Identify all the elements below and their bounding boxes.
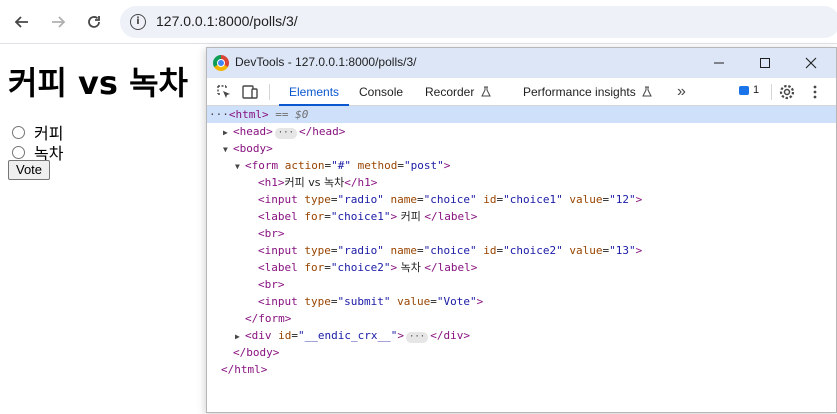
expand-caret-icon[interactable]: ▶ — [223, 124, 233, 141]
ellipsis-icon[interactable]: ··· — [405, 332, 429, 343]
url-text[interactable]: 127.0.0.1:8000/polls/3/ — [156, 13, 298, 29]
tree-row-label-choice2[interactable]: <label for="choice2"> 녹차 </label> — [258, 259, 477, 276]
flask-icon — [642, 86, 652, 97]
devtools-window-title: DevTools - 127.0.0.1:8000/polls/3/ — [235, 55, 417, 69]
tree-row-form[interactable]: ▼ <form action="#" method="post"> — [235, 157, 450, 174]
tree-row-br[interactable]: <br> — [258, 276, 285, 293]
tree-row-html[interactable]: ···<html> == $0 — [207, 106, 836, 123]
tab-performance-insights[interactable]: Performance insights — [523, 78, 652, 106]
maximize-icon[interactable] — [742, 48, 788, 78]
issues-count: 1 — [753, 84, 760, 96]
message-icon — [739, 85, 749, 95]
forward-arrow-icon[interactable] — [44, 8, 72, 36]
choice1-radio[interactable] — [12, 125, 25, 139]
choice2-radio[interactable] — [12, 145, 25, 159]
tab-recorder[interactable]: Recorder — [425, 78, 491, 106]
toolbar-separator — [771, 84, 772, 100]
ellipsis-icon[interactable]: ··· — [274, 128, 298, 139]
tree-row-body[interactable]: ▼ <body> — [223, 140, 273, 157]
devtools-titlebar: DevTools - 127.0.0.1:8000/polls/3/ — [207, 48, 836, 78]
tree-row-br[interactable]: <br> — [258, 225, 285, 242]
tree-row-div[interactable]: ▶ <div id="__endic_crx__"> ··· </div> — [235, 327, 470, 344]
issues-badge[interactable]: 1 — [739, 84, 759, 96]
device-toolbar-icon[interactable] — [241, 83, 259, 101]
tab-performance-label: Performance insights — [523, 85, 636, 99]
page-title: 커피 vs 녹차 — [8, 64, 188, 102]
more-tabs-icon[interactable]: » — [677, 78, 686, 106]
toolbar-separator — [269, 84, 270, 100]
tree-row-label-choice1[interactable]: <label for="choice1"> 커피 </label> — [258, 208, 477, 225]
expand-caret-icon[interactable]: ▶ — [235, 328, 245, 345]
chrome-logo-icon — [213, 55, 229, 71]
site-info-icon[interactable]: i — [130, 14, 146, 30]
flask-icon — [480, 86, 491, 97]
address-bar[interactable]: i 127.0.0.1:8000/polls/3/ — [120, 6, 837, 38]
reload-icon[interactable] — [80, 8, 108, 36]
tree-row-body-close[interactable]: </body> — [233, 344, 279, 361]
selected-marker: == $0 — [275, 108, 309, 121]
back-arrow-icon[interactable] — [8, 8, 36, 36]
tree-row-input-choice1[interactable]: <input type="radio" name="choice" id="ch… — [258, 191, 642, 208]
minimize-icon[interactable] — [696, 48, 742, 78]
tree-row-head[interactable]: ▶ <head> ··· </head> — [223, 123, 345, 140]
vote-button[interactable]: Vote — [8, 160, 51, 180]
collapse-caret-icon[interactable]: ▼ — [223, 141, 233, 158]
close-icon[interactable] — [788, 48, 834, 78]
tree-row-form-close[interactable]: </form> — [245, 310, 291, 327]
tree-row-html-close[interactable]: </html> — [221, 361, 267, 378]
tab-elements[interactable]: Elements — [279, 78, 350, 106]
tree-row-input-submit[interactable]: <input type="submit" value="Vote"> — [258, 293, 483, 310]
elements-tree: ···<html> == $0 ▶ <head> ··· </head> ▼ <body… — [207, 106, 836, 414]
tree-row-input-choice2[interactable]: <input type="radio" name="choice" id="ch… — [258, 242, 642, 259]
devtools-window: DevTools - 127.0.0.1:8000/polls/3/ Eleme… — [206, 47, 837, 413]
tree-row-h1[interactable]: <h1>커피 vs 녹차</h1> — [258, 174, 377, 191]
collapse-caret-icon[interactable]: ▼ — [235, 158, 245, 175]
gear-icon[interactable] — [778, 83, 796, 101]
tab-console[interactable]: Console — [359, 78, 403, 106]
devtools-toolbar: Elements Console Recorder Performance in… — [207, 78, 836, 106]
inspect-element-icon[interactable] — [215, 83, 233, 101]
browser-toolbar: i 127.0.0.1:8000/polls/3/ — [0, 0, 837, 44]
tab-recorder-label: Recorder — [425, 85, 475, 99]
kebab-menu-icon[interactable] — [806, 83, 824, 101]
